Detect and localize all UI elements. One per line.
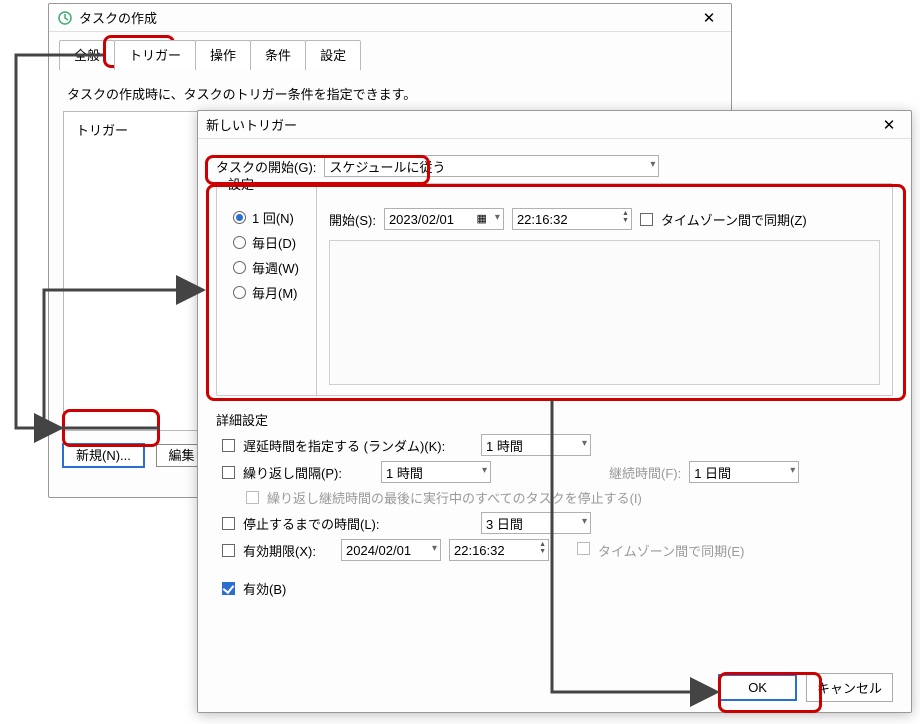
begin-task-label: タスクの開始(G): [216,157,316,176]
stop-after-label: 停止するまでの時間(L): [243,514,473,533]
delay-checkbox[interactable] [222,439,235,452]
expire-checkbox[interactable] [222,544,235,557]
frequency-radios: 1 回(N) 毎日(D) 毎週(W) 毎月(M) [217,184,317,395]
chevron-down-icon: ▾ [790,465,795,476]
delay-label: 遅延時間を指定する (ランダム)(K): [243,436,473,455]
expire-time-picker[interactable]: 22:16:32▲▼ [449,539,549,561]
chevron-down-icon: ▾ [432,543,437,554]
clock-icon [57,10,73,26]
chevron-down-icon: ▾ [650,159,655,170]
radio-weekly[interactable] [233,261,246,274]
radio-monthly[interactable] [233,286,246,299]
advanced-settings-label: 詳細設定 [216,410,893,429]
stop-after-combo[interactable]: 3 日間▾ [481,512,591,534]
tab-description: タスクの作成時に、タスクのトリガー条件を指定できます。 [49,70,731,111]
titlebar: 新しいトリガー ✕ [198,111,911,139]
close-button[interactable]: ✕ [691,4,727,31]
repeat-label: 繰り返し間隔(P): [243,463,373,482]
radio-once-label: 1 回(N) [252,208,294,227]
titlebar: タスクの作成 ✕ [49,4,731,32]
tz-sync-label: タイムゾーン間で同期(Z) [661,210,807,229]
spinner-icon: ▲▼ [539,541,546,555]
stop-all-label: 繰り返し継続時間の最後に実行中のすべてのタスクを停止する(I) [267,488,642,507]
schedule-detail-pane [329,240,880,385]
chevron-down-icon: ▾ [495,212,500,223]
dialog-title: 新しいトリガー [206,115,871,134]
begin-task-combo[interactable]: スケジュールに従う ▾ [324,155,659,177]
start-time-picker[interactable]: 22:16:32 ▲▼ [512,208,632,230]
settings-group-label: 設定 [224,174,258,193]
begin-task-value: スケジュールに従う [329,157,445,176]
cancel-button[interactable]: キャンセル [806,673,893,702]
ok-button[interactable]: OK [719,675,796,700]
start-date-value: 2023/02/01 [389,212,454,227]
repeat-interval-combo[interactable]: 1 時間▾ [381,461,491,483]
start-date-picker[interactable]: 2023/02/01 ▦ ▾ [384,208,504,230]
expire-label: 有効期限(X): [243,541,333,560]
schedule-settings-group: 1 回(N) 毎日(D) 毎週(W) 毎月(M) 開始(S): 2023/02/… [216,183,893,396]
chevron-down-icon: ▾ [582,516,587,527]
tz-sync-checkbox[interactable] [640,213,653,226]
start-time-value: 22:16:32 [517,212,568,227]
radio-weekly-label: 毎週(W) [252,258,299,277]
expire-date-picker[interactable]: 2024/02/01▾ [341,539,441,561]
chevron-down-icon: ▾ [482,465,487,476]
stop-after-checkbox[interactable] [222,517,235,530]
radio-daily[interactable] [233,236,246,249]
radio-once[interactable] [233,211,246,224]
stop-all-checkbox[interactable] [246,491,259,504]
expire-tz-checkbox[interactable] [577,542,590,555]
expire-tz-label: タイムゾーン間で同期(E) [598,541,744,560]
repeat-checkbox[interactable] [222,466,235,479]
repeat-duration-combo[interactable]: 1 日間▾ [689,461,799,483]
delay-combo[interactable]: 1 時間▾ [481,434,591,456]
tabstrip: 全般 トリガー 操作 条件 設定 [49,32,731,70]
new-trigger-dialog: 新しいトリガー ✕ タスクの開始(G): スケジュールに従う ▾ 設定 1 回(… [197,110,912,713]
tab-settings[interactable]: 設定 [305,40,361,70]
tab-triggers[interactable]: トリガー [114,40,196,70]
calendar-icon: ▦ [477,212,487,225]
start-label: 開始(S): [329,210,376,229]
tab-general[interactable]: 全般 [59,40,115,70]
new-trigger-button[interactable]: 新規(N)... [63,444,144,467]
dialog-title: タスクの作成 [79,8,691,27]
radio-daily-label: 毎日(D) [252,233,296,252]
spinner-icon: ▲▼ [622,210,629,224]
chevron-down-icon: ▾ [582,438,587,449]
close-button[interactable]: ✕ [871,111,907,138]
tab-conditions[interactable]: 条件 [250,40,306,70]
enabled-label: 有効(B) [243,579,286,598]
duration-label: 継続時間(F): [609,463,681,482]
radio-monthly-label: 毎月(M) [252,283,298,302]
enabled-checkbox[interactable] [222,582,235,595]
tab-actions[interactable]: 操作 [195,40,251,70]
